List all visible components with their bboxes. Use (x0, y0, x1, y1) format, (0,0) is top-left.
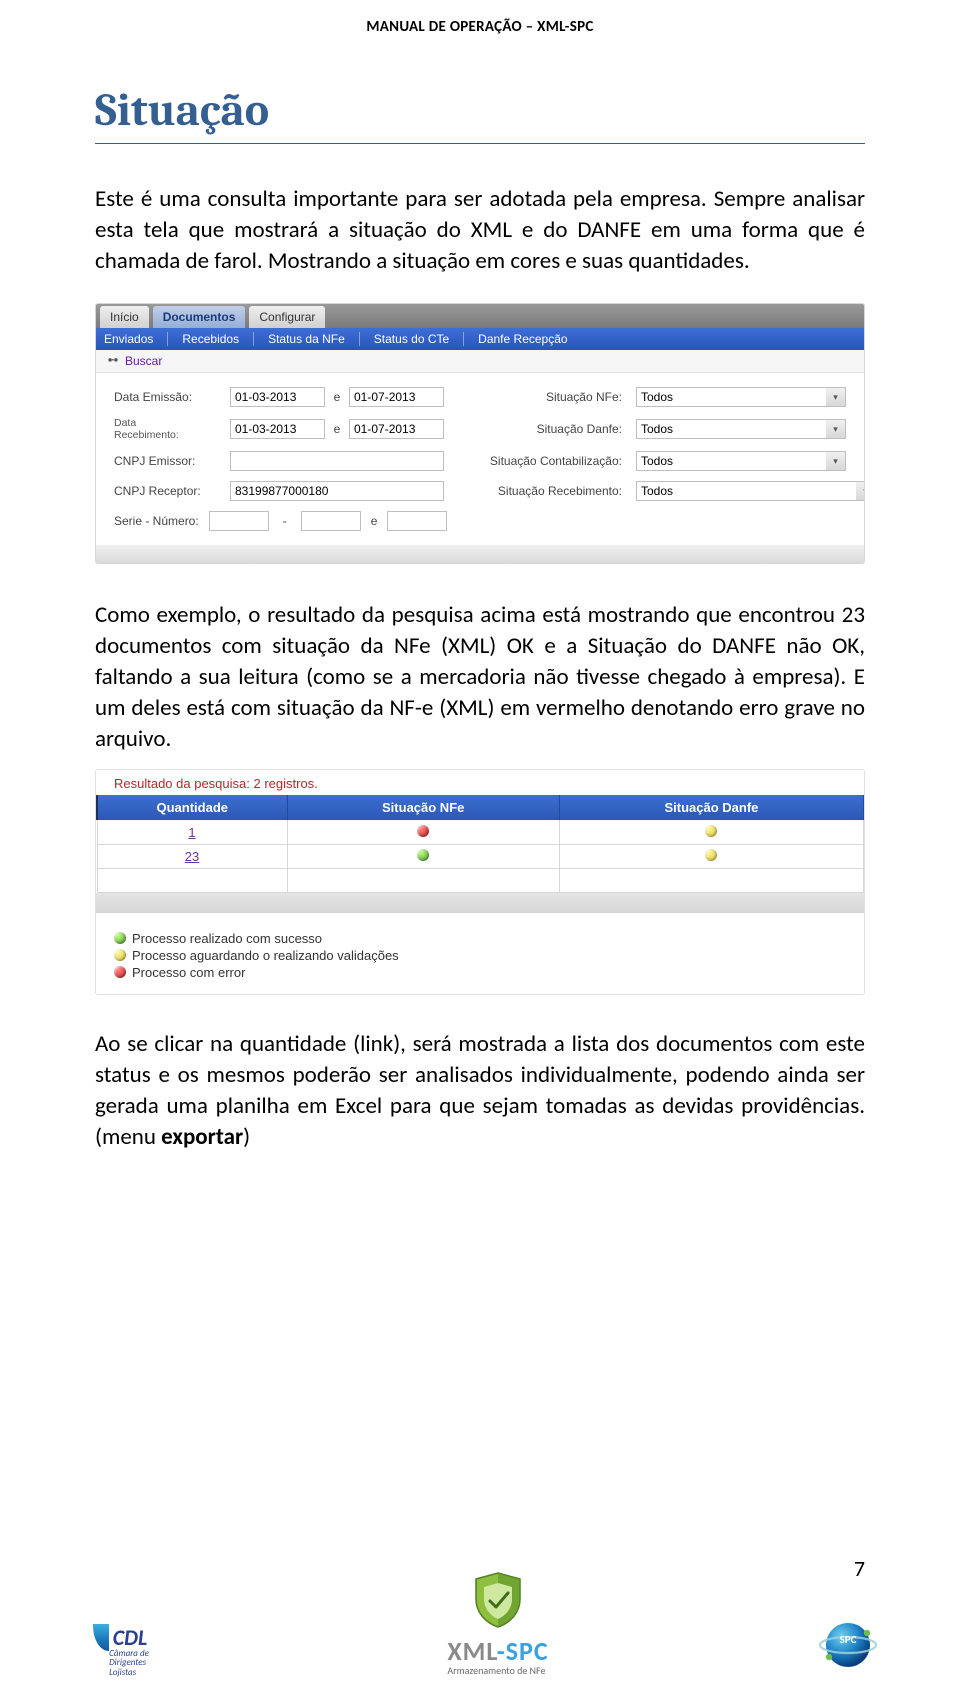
input-receb-ate[interactable] (349, 419, 444, 439)
select-sit-contab[interactable] (636, 451, 846, 471)
status-dot-yellow (705, 825, 717, 837)
status-dot-green (417, 849, 429, 861)
label-sit-danfe: Situação Danfe: (450, 422, 630, 436)
qty-link[interactable]: 23 (97, 844, 287, 868)
label-data-emissao: Data Emissão: (114, 390, 224, 404)
results-screenshot: Resultado da pesquisa: 2 registros. Quan… (95, 769, 865, 995)
status-dot-green (114, 932, 126, 944)
tab-documentos[interactable]: Documentos (153, 306, 246, 328)
page-header: MANUAL DE OPERAÇÃO – XML-SPC (0, 0, 960, 36)
status-dot-red (417, 825, 429, 837)
paragraph-3-bold: exportar (161, 1123, 243, 1151)
cell-sit-nfe (287, 820, 559, 844)
input-numero-de[interactable] (301, 511, 361, 531)
input-emissao-ate[interactable] (349, 387, 444, 407)
label-e-1: e (331, 390, 343, 404)
serie-row: Serie - Número: - e (96, 511, 864, 545)
subtab-danfe-recepcao[interactable]: Danfe Recepção (478, 332, 581, 346)
binoculars-icon (106, 354, 120, 368)
input-numero-ate[interactable] (387, 511, 447, 531)
status-dot-red (114, 966, 126, 978)
cell-sit-danfe (559, 844, 863, 868)
subtab-recebidos[interactable]: Recebidos (182, 332, 254, 346)
select-sit-danfe[interactable] (636, 419, 846, 439)
dash: - (279, 514, 291, 528)
table-row-empty (97, 868, 864, 892)
label-cnpj-receptor: CNPJ Receptor: (114, 484, 224, 498)
chevron-down-icon[interactable] (826, 387, 846, 407)
legend-text: Processo aguardando o realizando validaç… (132, 948, 399, 963)
filter-bottom-bar (96, 545, 864, 563)
subtab-status-nfe[interactable]: Status da NFe (268, 332, 360, 346)
paragraph-2: Como exemplo, o resultado da pesquisa ac… (95, 600, 865, 755)
buscar-label: Buscar (125, 354, 162, 368)
results-table: Quantidade Situação NFe Situação Danfe 1… (96, 795, 864, 893)
spc-globe-logo: SPC (816, 1613, 880, 1677)
spc-globe-label: SPC (816, 1633, 880, 1646)
tab-configurar[interactable]: Configurar (249, 306, 325, 328)
buscar-bar[interactable]: Buscar (96, 350, 864, 373)
paragraph-3: Ao se clicar na quantidade (link), será … (95, 1029, 865, 1153)
cdl-swoosh-icon (93, 1624, 109, 1651)
select-sit-receb[interactable] (636, 481, 865, 501)
sub-tabs: Enviados Recebidos Status da NFe Status … (96, 328, 864, 350)
col-sit-danfe: Situação Danfe (559, 795, 863, 820)
filter-screenshot: Início Documentos Configurar Enviados Re… (95, 303, 865, 564)
label-sit-nfe: Situação NFe: (450, 390, 630, 404)
label-sit-contab: Situação Contabilização: (450, 454, 630, 468)
label-cnpj-emissor: CNPJ Emissor: (114, 454, 224, 468)
filter-grid: Data Emissão: e Situação NFe: Data Receb… (96, 373, 864, 511)
cdl-sub: Câmara de Dirigentes Lojistas (109, 1649, 149, 1677)
status-dot-yellow (114, 949, 126, 961)
paragraph-3-post: ) (243, 1123, 250, 1151)
tab-inicio[interactable]: Início (100, 306, 149, 328)
col-quantidade: Quantidade (97, 795, 287, 820)
xmlspc-title: XML-SPC (447, 1635, 548, 1667)
results-header: Resultado da pesquisa: 2 registros. (96, 770, 864, 795)
qty-link[interactable]: 1 (97, 820, 287, 844)
section-title: Situação (95, 84, 865, 144)
input-receb-de[interactable] (230, 419, 325, 439)
legend-row: Processo com error (114, 965, 846, 980)
status-dot-yellow (705, 849, 717, 861)
label-sit-receb: Situação Recebimento: (450, 484, 630, 498)
main-tabs: Início Documentos Configurar (96, 304, 864, 328)
subtab-enviados[interactable]: Enviados (104, 332, 168, 346)
legend: Processo realizado com sucesso Processo … (96, 913, 864, 994)
input-cnpj-receptor[interactable] (230, 481, 444, 501)
label-e-3: e (371, 514, 378, 528)
cdl-logo: CDL Câmara de Dirigentes Lojistas (60, 1624, 180, 1677)
shield-icon (472, 1571, 524, 1629)
col-sit-nfe: Situação NFe (287, 795, 559, 820)
label-data-recebimento: Data Recebimento: (114, 417, 224, 441)
legend-text: Processo realizado com sucesso (132, 931, 322, 946)
chevron-down-icon[interactable] (856, 481, 865, 501)
paragraph-1: Este é uma consulta importante para ser … (95, 184, 865, 277)
legend-row: Processo realizado com sucesso (114, 931, 846, 946)
label-e-2: e (331, 422, 343, 436)
xmlspc-logo: XML-SPC Armazenamento de NFe (447, 1571, 548, 1677)
chevron-down-icon[interactable] (826, 419, 846, 439)
table-row: 1 (97, 820, 864, 844)
table-row: 23 (97, 844, 864, 868)
subtab-status-cte[interactable]: Status do CTe (374, 332, 464, 346)
legend-text: Processo com error (132, 965, 245, 980)
results-gray-bar (96, 893, 864, 913)
legend-row: Processo aguardando o realizando validaç… (114, 948, 846, 963)
page-footer: CDL Câmara de Dirigentes Lojistas XML-SP… (0, 1571, 960, 1677)
input-cnpj-emissor[interactable] (230, 451, 444, 471)
select-sit-nfe[interactable] (636, 387, 846, 407)
cell-sit-danfe (559, 820, 863, 844)
chevron-down-icon[interactable] (826, 451, 846, 471)
cell-sit-nfe (287, 844, 559, 868)
label-serie-numero: Serie - Número: (114, 514, 199, 528)
xmlspc-subtitle: Armazenamento de NFe (447, 1664, 545, 1677)
cdl-text: CDL (109, 1624, 148, 1651)
input-serie[interactable] (209, 511, 269, 531)
input-emissao-de[interactable] (230, 387, 325, 407)
